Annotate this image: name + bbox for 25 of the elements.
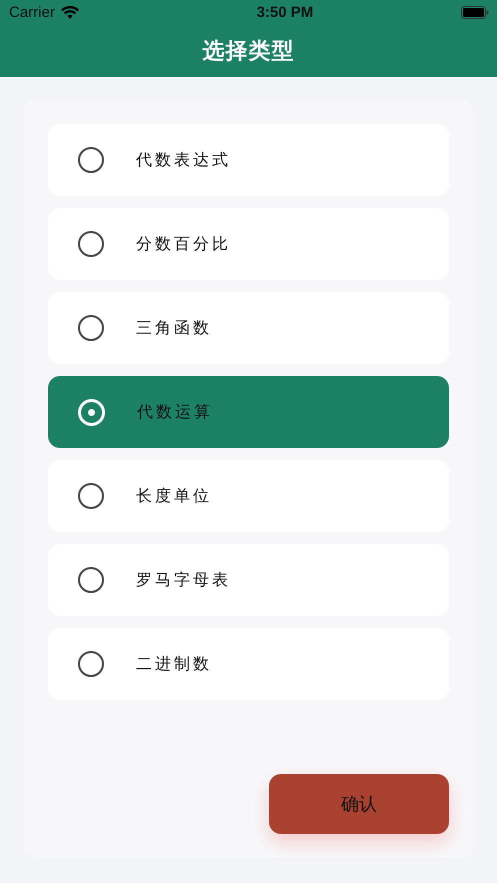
radio-button[interactable]	[78, 231, 104, 257]
page-title: 选择类型	[202, 38, 294, 66]
option-item[interactable]: 二进制数	[48, 628, 449, 700]
wifi-icon	[60, 6, 79, 19]
option-item[interactable]: 代数表达式	[48, 124, 449, 196]
option-label: 三角函数	[136, 318, 212, 338]
option-label: 长度单位	[136, 486, 212, 506]
option-label: 代数表达式	[136, 150, 231, 170]
option-item[interactable]: 罗马字母表	[48, 544, 449, 616]
option-label: 二进制数	[136, 654, 212, 674]
option-item[interactable]: 长度单位	[48, 460, 449, 532]
clock-time: 3:50 PM	[256, 4, 314, 21]
option-item[interactable]: 代数运算	[48, 376, 449, 448]
option-item[interactable]: 分数百分比	[48, 208, 449, 280]
radio-button[interactable]	[78, 567, 104, 593]
option-item[interactable]: 三角函数	[48, 292, 449, 364]
radio-button[interactable]	[78, 147, 104, 173]
battery-icon	[460, 6, 489, 19]
option-label: 代数运算	[137, 402, 213, 422]
option-label: 罗马字母表	[136, 570, 231, 590]
option-label: 分数百分比	[136, 234, 231, 254]
radio-button[interactable]	[78, 315, 104, 341]
radio-button[interactable]	[78, 483, 104, 509]
carrier-label: Carrier	[9, 4, 55, 21]
radio-button[interactable]	[78, 651, 104, 677]
